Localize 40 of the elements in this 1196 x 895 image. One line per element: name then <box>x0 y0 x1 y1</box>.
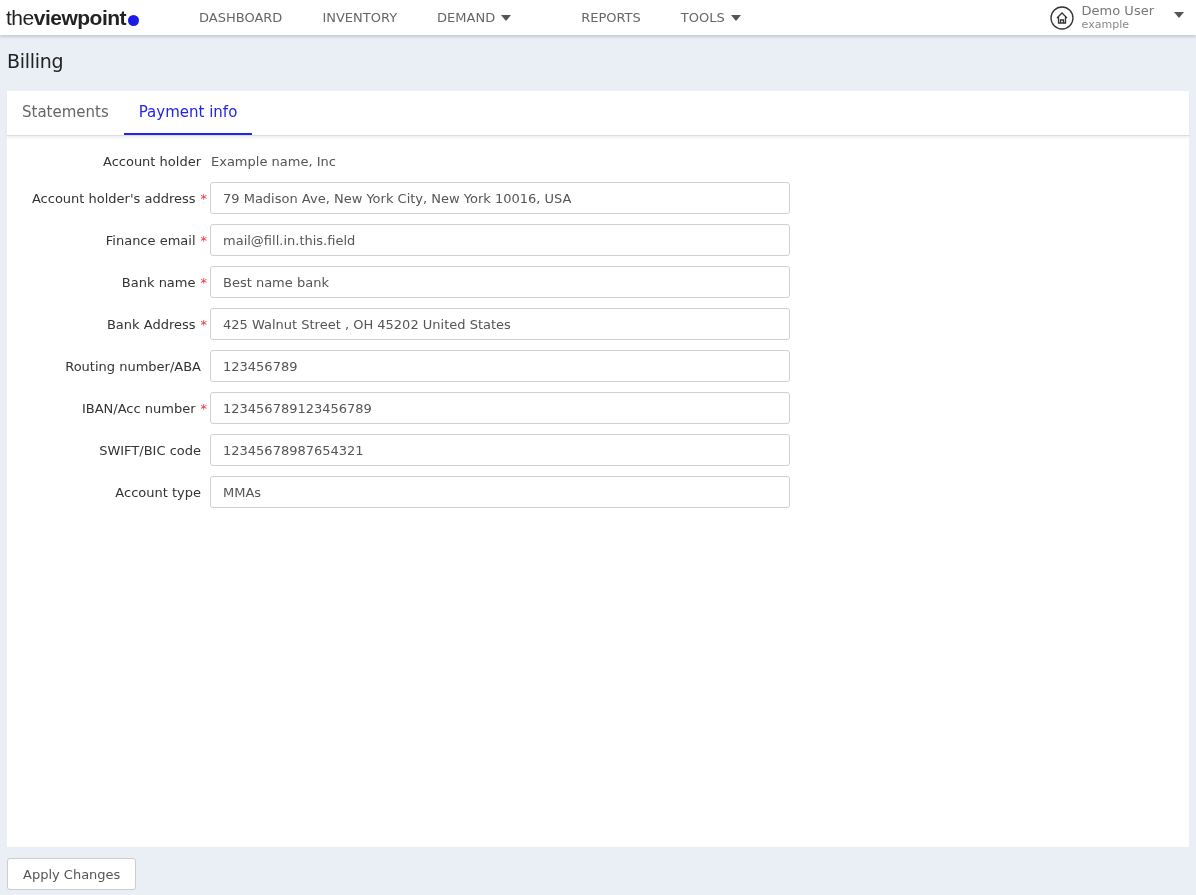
caret-icon[interactable] <box>1174 11 1184 18</box>
input-field[interactable]: mail@fill.in.this.field <box>210 224 790 256</box>
required-mark: * <box>200 400 207 416</box>
nav-link[interactable]: DEMAND <box>417 10 532 25</box>
nav-link[interactable]: REPORTS <box>561 10 661 25</box>
user-name: Demo User <box>1081 4 1154 18</box>
logo-dot-icon <box>128 14 140 26</box>
field-label: Routing number/ABA <box>65 358 201 374</box>
required-mark: * <box>200 232 207 248</box>
tab[interactable]: Payment info <box>123 91 253 135</box>
required-mark: * <box>200 316 207 332</box>
required-mark: * <box>200 190 207 206</box>
logo-text: theviewpoint <box>6 5 127 30</box>
field-label: Account holder's address <box>31 190 196 206</box>
field-label: Bank Address <box>106 316 196 332</box>
input-field[interactable]: 425 Walnut Street , OH 45202 United States <box>210 308 790 340</box>
tab[interactable]: Statements <box>7 91 124 135</box>
field-label: IBAN/Acc number <box>81 400 196 416</box>
apply-changes-button[interactable]: Apply Changes <box>7 858 137 890</box>
field-value: Example name, Inc <box>210 152 337 171</box>
caret-icon <box>501 14 512 21</box>
input-field[interactable]: Best name bank <box>210 266 790 298</box>
nav-link[interactable]: INVENTORY <box>302 10 418 25</box>
field-label: SWIFT/BIC code <box>99 442 201 458</box>
home-icon[interactable] <box>1049 5 1074 30</box>
field-label: Account holder <box>102 153 201 169</box>
input-field[interactable]: MMAs <box>210 476 790 508</box>
input-field[interactable]: 123456789123456789 <box>210 392 790 424</box>
field-label: Account type <box>115 484 201 500</box>
field-label: Finance email <box>105 232 196 248</box>
nav-link[interactable]: DASHBOARD <box>179 10 303 25</box>
required-mark: * <box>200 274 207 290</box>
caret-icon <box>730 14 741 21</box>
nav-link[interactable]: TOOLS <box>660 10 761 25</box>
account-name: example <box>1081 18 1130 31</box>
field-label: Bank name <box>121 274 196 290</box>
input-field[interactable]: 12345678987654321 <box>210 434 790 466</box>
page-title: Billing <box>7 49 65 74</box>
input-field[interactable]: 79 Madison Ave, New York City, New York 10016, USA <box>210 182 790 214</box>
input-field[interactable]: 123456789 <box>210 350 790 382</box>
